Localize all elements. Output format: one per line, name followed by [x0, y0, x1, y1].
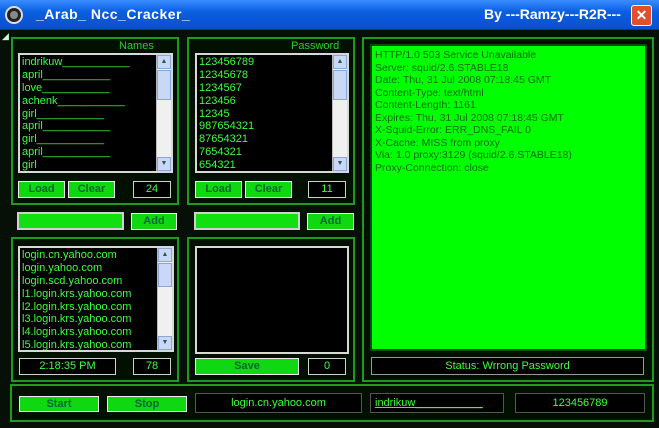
list-item[interactable]: girl___________	[22, 108, 169, 121]
response-line: Content-Length: 1161	[375, 99, 476, 111]
save-panel: Save 0	[187, 237, 355, 382]
main-window: ◢ Names indrikuw___________ april________…	[0, 30, 659, 428]
current-name: indrikuw___________	[370, 393, 504, 413]
list-item[interactable]: girl___________	[22, 133, 169, 146]
names-load-button[interactable]: Load	[18, 181, 65, 198]
names-count: 24	[133, 181, 171, 198]
name-add-input[interactable]	[17, 212, 124, 230]
servers-scrollbar[interactable]: ▲ ▼	[157, 248, 172, 350]
list-item[interactable]: login.yahoo.com	[22, 262, 170, 275]
password-add-button[interactable]: Add	[307, 213, 354, 230]
list-item[interactable]: 1234567	[199, 82, 345, 95]
scroll-up-icon[interactable]: ▲	[158, 248, 172, 262]
names-label: Names	[119, 40, 154, 52]
stop-button[interactable]: Stop	[107, 396, 187, 412]
response-line: Proxy-Connection: close	[375, 161, 489, 174]
list-item[interactable]: 123456	[199, 95, 345, 108]
list-item[interactable]: login.scd.yahoo.com	[22, 275, 170, 288]
password-list[interactable]: 123456789 12345678 1234567 123456 12345 98765…	[195, 53, 349, 173]
names-scrollbar[interactable]: ▲ ▼	[156, 55, 171, 171]
results-list[interactable]	[195, 246, 349, 354]
list-item[interactable]: love___________	[22, 82, 169, 95]
password-load-button[interactable]: Load	[195, 181, 242, 198]
list-item[interactable]: girl	[22, 159, 169, 171]
servers-count: 78	[133, 358, 171, 375]
author-credit: By ---Ramzy---R2R---	[484, 6, 621, 22]
list-item[interactable]: 12345678	[199, 69, 345, 82]
list-item[interactable]: l4.login.krs.yahoo.com	[22, 326, 170, 339]
names-panel: Names indrikuw___________ april__________…	[11, 37, 179, 205]
start-button[interactable]: Start	[19, 396, 99, 412]
names-list[interactable]: indrikuw___________ april___________ love_…	[18, 53, 173, 173]
list-item[interactable]: l3.login.krs.yahoo.com	[22, 313, 170, 326]
response-line: Date: Thu, 31 Jul 2008 07:18:45 GMT	[375, 74, 552, 86]
current-server: login.cn.yahoo.com	[195, 393, 362, 413]
servers-panel: login.cn.yahoo.com login.yahoo.com login.s…	[11, 237, 179, 382]
response-line: X-Cache: MISS from proxy	[375, 136, 500, 149]
title-bar: _Arab_ Ncc_Cracker_ By ---Ramzy---R2R---…	[0, 0, 659, 30]
status-bar: Status: Wrrong Password	[371, 357, 644, 375]
save-button[interactable]: Save	[195, 358, 299, 375]
scroll-up-icon[interactable]: ▲	[157, 55, 171, 69]
list-item[interactable]: l1.login.krs.yahoo.com	[22, 288, 170, 301]
names-clear-button[interactable]: Clear	[68, 181, 115, 198]
scroll-thumb[interactable]	[157, 70, 171, 100]
list-item[interactable]: indrikuw___________	[22, 56, 169, 69]
scroll-thumb[interactable]	[333, 70, 347, 100]
save-count: 0	[308, 358, 346, 375]
response-text: HTTP/1.0 503 Service Unavailable Server: …	[370, 44, 647, 351]
list-item[interactable]: 987654321	[199, 120, 345, 133]
bottom-bar: Start Stop login.cn.yahoo.com indrikuw__…	[10, 384, 654, 422]
window-title: _Arab_ Ncc_Cracker_	[36, 6, 191, 22]
list-item[interactable]: login.cn.yahoo.com	[22, 249, 170, 262]
list-item[interactable]: 7654321	[199, 146, 345, 159]
close-button[interactable]: ✕	[631, 5, 652, 26]
response-line: X-Squid-Error: ERR_DNS_FAIL 0	[375, 124, 531, 136]
password-clear-button[interactable]: Clear	[245, 181, 292, 198]
scroll-down-icon[interactable]: ▼	[158, 336, 172, 350]
password-count: 11	[308, 181, 346, 198]
scroll-down-icon[interactable]: ▼	[157, 157, 171, 171]
scroll-up-icon[interactable]: ▲	[333, 55, 347, 69]
password-scrollbar[interactable]: ▲ ▼	[332, 55, 347, 171]
list-item[interactable]: 12345	[199, 108, 345, 121]
list-item[interactable]: l5.login.krs.yahoo.com	[22, 339, 170, 350]
password-label: Password	[291, 40, 340, 52]
list-item[interactable]: april___________	[22, 69, 169, 82]
password-panel: Password 123456789 12345678 1234567 123456 1…	[187, 37, 355, 205]
list-item[interactable]: l2.login.krs.yahoo.com	[22, 301, 170, 314]
app-icon[interactable]	[5, 6, 23, 24]
scroll-down-icon[interactable]: ▼	[333, 157, 347, 171]
response-line: Server: squid/2.6.STABLE18	[375, 61, 509, 74]
list-item[interactable]: april___________	[22, 146, 169, 159]
elapsed-time: 2:18:35 PM	[19, 358, 116, 375]
servers-list[interactable]: login.cn.yahoo.com login.yahoo.com login.s…	[18, 246, 174, 352]
response-line: Via: 1.0 proxy:3129 (squid/2.6.STABLE18)	[375, 149, 572, 161]
list-item[interactable]: 87654321	[199, 133, 345, 146]
response-line: Expires: Thu, 31 Jul 2008 07:18:45 GMT	[375, 111, 564, 124]
list-item[interactable]: 123456789	[199, 56, 345, 69]
password-add-input[interactable]	[194, 212, 300, 230]
response-line: Content-Type: text/html	[375, 86, 484, 99]
pin-icon: ◢	[2, 31, 9, 41]
current-password: 123456789	[515, 393, 645, 413]
list-item[interactable]: achenk___________	[22, 95, 169, 108]
response-line: HTTP/1.0 503 Service Unavailable	[375, 49, 537, 61]
scroll-thumb[interactable]	[158, 263, 172, 287]
list-item[interactable]: april___________	[22, 120, 169, 133]
name-add-button[interactable]: Add	[131, 213, 177, 230]
response-panel: HTTP/1.0 503 Service Unavailable Server: …	[362, 37, 654, 382]
list-item[interactable]: 654321	[199, 159, 345, 171]
